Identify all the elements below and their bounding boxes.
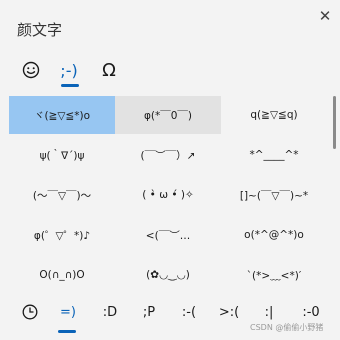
clock-icon (22, 304, 38, 320)
grid-row: O(∩_∩)O (✿◡‿◡) `(*>﹏<*)′ (9, 256, 333, 293)
kaomoji-item[interactable]: `(*>﹏<*)′ (221, 256, 327, 293)
kaomoji-grid: ヾ(≧▽≦*)o φ(*￣0￣) q(≧▽≦q) ψ(｀∇´)ψ (￣︶￣）↗ … (9, 96, 333, 293)
category-item[interactable]: :-( (176, 301, 202, 323)
kaomoji-item[interactable]: φ(*￣0￣) (115, 96, 221, 134)
grid-row: (～￣▽￣)～ ( •̀ ω •́ )✧ []~(￣▽￣)~* (9, 176, 333, 214)
close-icon: ✕ (318, 7, 332, 25)
kaomoji-item[interactable]: ψ(｀∇´)ψ (9, 136, 115, 174)
grid-row: ヾ(≧▽≦*)o φ(*￣0￣) q(≧▽≦q) (9, 96, 333, 134)
scrollbar-thumb[interactable] (333, 96, 336, 149)
category-item[interactable]: =) (55, 301, 81, 323)
panel-title: 颜文字 (17, 21, 63, 39)
kaomoji-item[interactable]: (～￣▽￣)～ (9, 176, 115, 214)
kaomoji-item[interactable]: ヾ(≧▽≦*)o (9, 96, 115, 134)
kaomoji-item[interactable]: ( •̀ ω •́ )✧ (115, 176, 221, 214)
kaomoji-item[interactable]: q(≧▽≦q) (221, 96, 327, 134)
category-item[interactable]: :D (97, 301, 123, 323)
kaomoji-item[interactable]: *^____^* (221, 136, 327, 174)
kaomoji-panel: 颜文字 ✕ ;-) Ω ヾ(≧▽≦*)o φ(*￣0￣) q(≧▽≦q) ψ(｀… (0, 0, 340, 340)
category-recent[interactable] (19, 301, 41, 323)
tab-kaomoji[interactable]: ;-) (56, 57, 82, 83)
tab-emoji[interactable] (18, 57, 44, 83)
active-category-indicator (58, 330, 76, 333)
active-tab-indicator (61, 84, 79, 87)
kaomoji-item[interactable]: <(￣︶… (115, 216, 221, 254)
kaomoji-item[interactable]: []~(￣▽￣)~* (221, 176, 327, 214)
smiley-icon (22, 61, 40, 79)
category-item[interactable]: ;P (136, 301, 162, 323)
kaomoji-item[interactable]: (✿◡‿◡) (115, 256, 221, 293)
tab-symbols[interactable]: Ω (96, 57, 122, 83)
kaomoji-item[interactable]: o(*^@^*)o (221, 216, 327, 254)
close-button[interactable]: ✕ (315, 6, 335, 26)
grid-row: φ(゜▽゜*)♪ <(￣︶… o(*^@^*)o (9, 216, 333, 254)
kaomoji-item[interactable]: (￣︶￣）↗ (115, 136, 221, 174)
kaomoji-item[interactable]: O(∩_∩)O (9, 256, 115, 293)
category-item[interactable]: :| (256, 301, 282, 323)
kaomoji-item[interactable]: φ(゜▽゜*)♪ (9, 216, 115, 254)
grid-row: ψ(｀∇´)ψ (￣︶￣）↗ *^____^* (9, 136, 333, 174)
category-item[interactable]: :-0 (298, 301, 324, 323)
watermark: CSDN @偷偷小野猪 (250, 323, 324, 332)
category-item[interactable]: >:( (216, 301, 242, 323)
